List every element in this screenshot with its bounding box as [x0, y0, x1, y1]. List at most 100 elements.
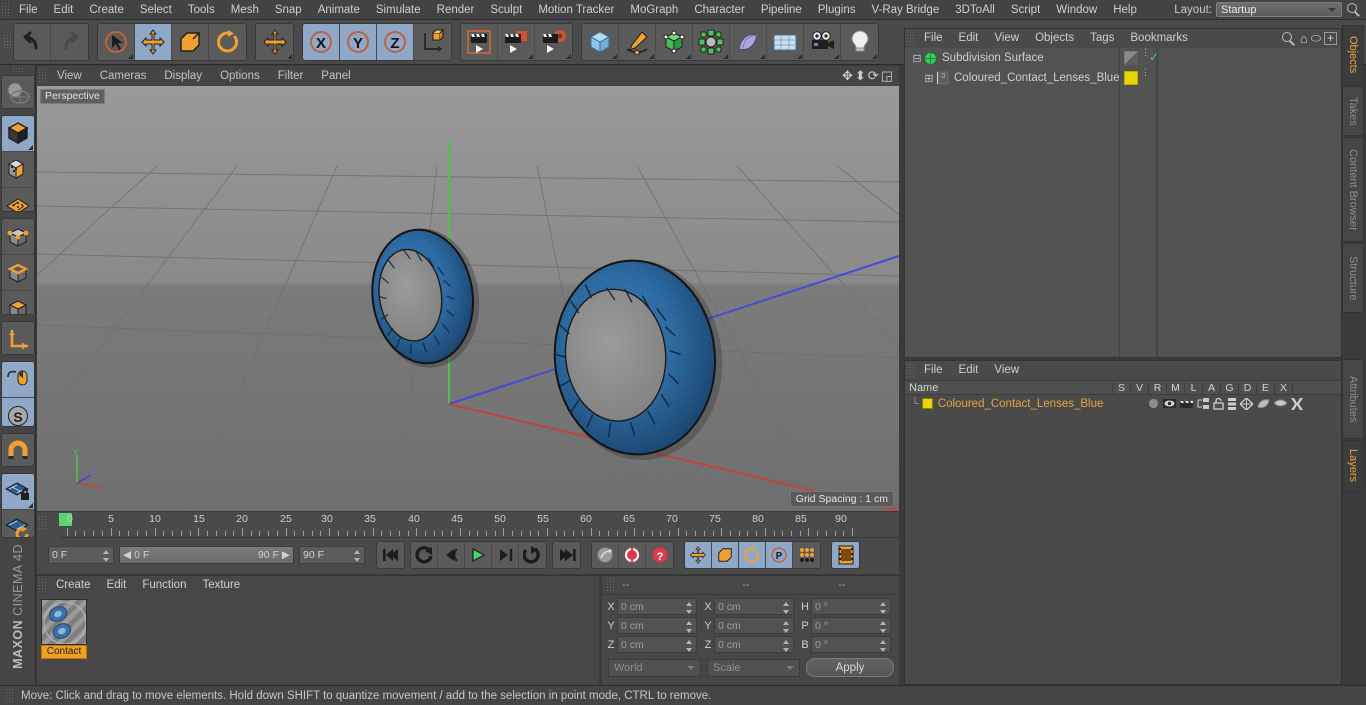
object-row-subdivision-surface[interactable]: ⊟ Subdivision Surface ⋮ ✓	[905, 48, 1341, 68]
magnet-button[interactable]	[1, 433, 34, 466]
expand-collapse-icon[interactable]: ⊞	[923, 72, 935, 85]
menu-snap[interactable]: Snap	[267, 0, 310, 20]
coord-size-y-field[interactable]: 0 cm	[714, 617, 794, 634]
layer-menu-file[interactable]: File	[916, 361, 951, 380]
layer-menu-edit[interactable]: Edit	[951, 361, 987, 380]
menu-create[interactable]: Create	[81, 0, 132, 20]
menu-edit[interactable]: Edit	[46, 0, 82, 20]
timeline-gripper[interactable]	[37, 516, 48, 530]
menu-motion-tracker[interactable]: Motion Tracker	[530, 0, 622, 20]
cube-primitive-button[interactable]	[582, 24, 619, 60]
viewport-menu-filter[interactable]: Filter	[269, 66, 313, 86]
menu-tools[interactable]: Tools	[180, 0, 223, 20]
object-menu-tags[interactable]: Tags	[1082, 29, 1122, 48]
go-to-start-button[interactable]	[377, 542, 404, 568]
object-manager-gripper[interactable]	[905, 31, 916, 46]
search-icon[interactable]	[1281, 31, 1297, 47]
object-menu-objects[interactable]: Objects	[1027, 29, 1082, 48]
menubar-gripper[interactable]	[0, 2, 11, 17]
render-view-button[interactable]	[461, 24, 498, 60]
menu-mesh[interactable]: Mesh	[223, 0, 267, 20]
previous-frame-button[interactable]	[438, 542, 465, 568]
manager-icon[interactable]	[1197, 398, 1209, 409]
coord-pos-x-field[interactable]: 0 cm	[617, 598, 697, 615]
current-frame-field[interactable]: 0 F	[48, 546, 114, 564]
enable-snap-button[interactable]	[1, 362, 34, 399]
model-mode-button[interactable]	[1, 115, 34, 152]
object-axis-button[interactable]	[1, 322, 34, 355]
undo-button[interactable]	[14, 24, 51, 60]
coordinates-gripper[interactable]	[605, 578, 616, 592]
material-menu-texture[interactable]: Texture	[194, 576, 248, 595]
y-axis-lock-button[interactable]: Y	[340, 24, 377, 60]
range-left-arrow-icon[interactable]: ◀	[123, 549, 131, 561]
home-icon[interactable]: ⌂	[1300, 31, 1308, 46]
spinner-icon[interactable]	[686, 621, 693, 633]
object-row-coloured-contact-lenses-blue[interactable]: ⊞ 0 Coloured_Contact_Lenses_Blue ⋮	[905, 68, 1341, 88]
dolly-view-icon[interactable]: ⬍	[855, 66, 866, 86]
object-dots-icon[interactable]: ⋮	[1141, 68, 1150, 77]
xpresso-icon[interactable]	[1291, 397, 1303, 410]
deformer-button[interactable]	[693, 24, 730, 60]
tab-structure[interactable]: Structure	[1342, 243, 1364, 313]
next-frame-button[interactable]	[492, 542, 519, 568]
x-axis-lock-button[interactable]: X	[303, 24, 340, 60]
object-menu-file[interactable]: File	[916, 29, 951, 48]
menu-pipeline[interactable]: Pipeline	[753, 0, 810, 20]
object-tree[interactable]: ⊟ Subdivision Surface ⋮ ✓ ⊞ 0 Coloured_C…	[905, 48, 1341, 357]
soft-selection-button[interactable]: S	[1, 398, 34, 426]
workplane-rotate-button[interactable]	[1, 509, 34, 538]
menu-character[interactable]: Character	[686, 0, 753, 20]
spinner-icon[interactable]	[783, 621, 790, 633]
material-item[interactable]: Contact	[41, 599, 87, 659]
points-mode-button[interactable]	[1, 219, 34, 256]
toolbar-gripper[interactable]	[2, 35, 13, 49]
camera-button[interactable]	[804, 24, 841, 60]
timeline-toggle-button[interactable]	[832, 542, 859, 568]
ellipse-icon[interactable]: ⬭	[1311, 31, 1321, 46]
menu-select[interactable]: Select	[132, 0, 180, 20]
max-frame-field[interactable]: 90 F	[299, 546, 365, 564]
menu-vray-bridge[interactable]: V-Ray Bridge	[863, 0, 947, 20]
keyframe-selection-button[interactable]: ?	[646, 542, 673, 568]
expressions-icon[interactable]	[1274, 399, 1287, 409]
viewport-menu-view[interactable]: View	[48, 66, 91, 86]
timeline-ruler[interactable]: 0 5 10 15 20 25 30 35 40 45 50 55 60 65 …	[59, 512, 899, 538]
pen-spline-button[interactable]	[619, 24, 656, 60]
render-icon[interactable]	[1180, 398, 1193, 409]
transform-mode-select[interactable]: Scale	[707, 658, 800, 677]
redo-button[interactable]	[51, 24, 88, 60]
spinner-icon[interactable]	[783, 640, 790, 652]
material-preview[interactable]	[41, 599, 87, 645]
spinner-icon[interactable]	[783, 602, 790, 614]
layer-color-swatch[interactable]	[921, 398, 933, 409]
rotate-tool-button[interactable]	[209, 24, 246, 60]
coord-size-x-field[interactable]: 0 cm	[714, 598, 794, 615]
viewport-canvas[interactable]: Perspective Grid Spacing : 1 cm Y X Z	[37, 86, 899, 511]
deformers-icon[interactable]	[1257, 398, 1270, 410]
maximize-view-icon[interactable]: ◲	[881, 66, 893, 86]
layer-row[interactable]: └ Coloured_Contact_Lenses_Blue	[905, 395, 1341, 412]
layer-manager-gripper[interactable]	[905, 363, 916, 378]
bend-object-button[interactable]	[730, 24, 767, 60]
menu-window[interactable]: Window	[1048, 0, 1105, 20]
spinner-icon[interactable]	[880, 602, 887, 614]
menu-plugins[interactable]: Plugins	[810, 0, 864, 20]
floor-button[interactable]	[767, 24, 804, 60]
coord-size-z-field[interactable]: 0 cm	[714, 636, 794, 653]
tab-content-browser[interactable]: Content Browser	[1342, 137, 1364, 242]
material-manager-gripper[interactable]	[37, 578, 48, 593]
phong-tag-icon[interactable]	[1123, 50, 1139, 68]
viewport-gripper[interactable]	[37, 69, 48, 83]
lock-workplane-button[interactable]	[1, 473, 34, 510]
material-tag-icon[interactable]	[1123, 70, 1139, 88]
position-key-button[interactable]	[685, 542, 712, 568]
material-menu-create[interactable]: Create	[48, 576, 99, 595]
expand-collapse-icon[interactable]: ⊟	[911, 52, 923, 65]
material-menu-edit[interactable]: Edit	[99, 576, 135, 595]
object-menu-view[interactable]: View	[986, 29, 1027, 48]
live-selection-button[interactable]	[98, 24, 135, 60]
layout-select[interactable]: Startup	[1216, 2, 1342, 17]
coord-rot-h-field[interactable]: 0 °	[811, 598, 891, 615]
menu-mograph[interactable]: MoGraph	[622, 0, 686, 20]
